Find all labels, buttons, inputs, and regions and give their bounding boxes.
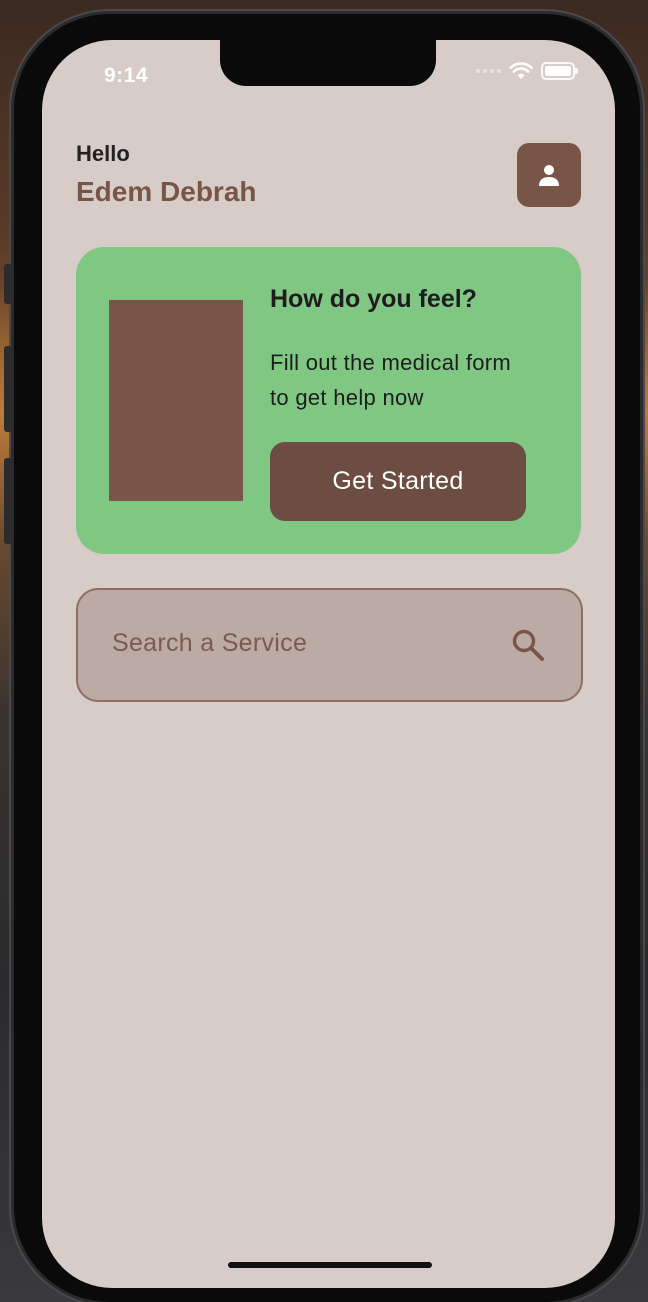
get-started-button[interactable]: Get Started bbox=[270, 442, 526, 521]
search-icon[interactable] bbox=[511, 628, 545, 662]
status-time: 9:14 bbox=[104, 64, 149, 87]
person-icon bbox=[539, 165, 559, 186]
battery-icon bbox=[541, 62, 578, 80]
signal-icon bbox=[476, 69, 501, 73]
greeting: Hello bbox=[76, 141, 130, 166]
mute-switch bbox=[4, 264, 12, 304]
home-indicator[interactable] bbox=[228, 1262, 432, 1268]
status-icons bbox=[476, 62, 578, 80]
feeling-card: How do you feel? Fill out the medical fo… bbox=[76, 247, 581, 554]
search-service-field[interactable]: Search a Service bbox=[76, 588, 583, 702]
card-description: Fill out the medical form to get help no… bbox=[270, 350, 512, 410]
user-name: Edem Debrah bbox=[76, 176, 257, 207]
notch bbox=[220, 40, 436, 86]
profile-button[interactable] bbox=[517, 143, 581, 207]
app-screen: 9:14 Hello Edem Debrah How do you feel? … bbox=[42, 40, 615, 1288]
wifi-icon bbox=[509, 62, 533, 79]
volume-down-button bbox=[4, 458, 12, 544]
card-title: How do you feel? bbox=[270, 285, 477, 313]
volume-up-button bbox=[4, 346, 12, 432]
search-placeholder: Search a Service bbox=[112, 629, 308, 657]
card-image-placeholder bbox=[109, 300, 243, 501]
